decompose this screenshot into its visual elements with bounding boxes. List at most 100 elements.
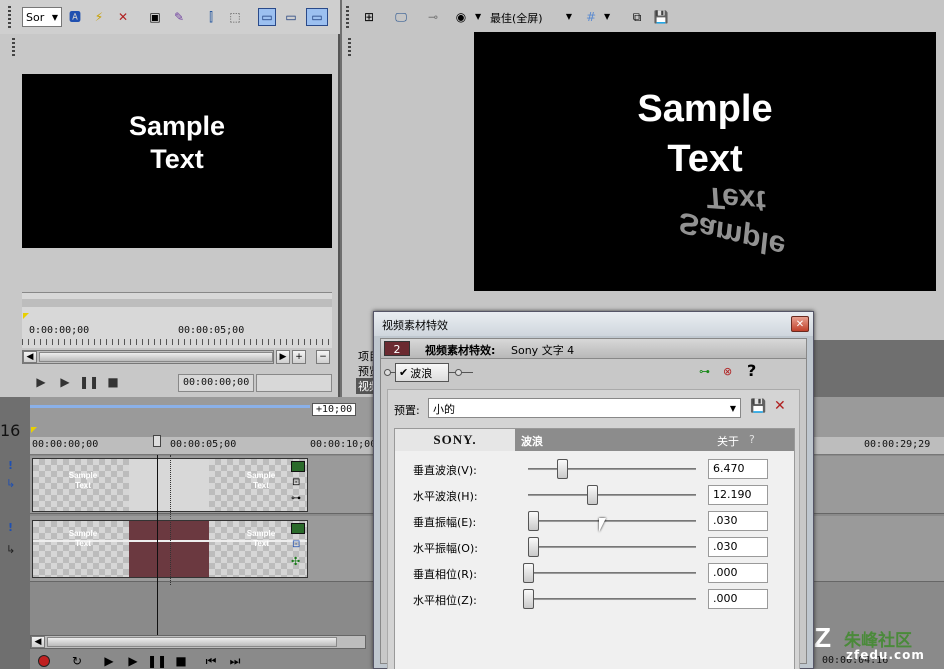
trimmer-preview-line2: Text xyxy=(150,144,204,174)
trimmer-toolbar: Sor ▼ 🅰 ⚡ ✕ ▣ ✎ ⫿ ⬚ ▭ ▭ ▭ xyxy=(0,0,340,34)
param-label: 水平相位(Z): xyxy=(413,594,477,607)
pause-icon[interactable]: ❚❚ xyxy=(79,373,99,391)
param-value-input[interactable]: 12.190 xyxy=(708,485,768,505)
help-icon[interactable]: ? xyxy=(747,361,756,380)
loop-play-icon[interactable]: ▶ xyxy=(32,373,50,391)
overlay-icon[interactable]: ◉ xyxy=(452,8,470,26)
param-slider-thumb[interactable] xyxy=(528,537,540,557)
split-icon[interactable]: ⫿ xyxy=(202,8,220,26)
track1-arrow-icon[interactable]: ↳ xyxy=(6,477,15,490)
param-slider[interactable] xyxy=(528,494,696,497)
text-props-icon[interactable]: 🅰 xyxy=(66,8,84,26)
record-icon[interactable] xyxy=(38,655,50,667)
about-link[interactable]: 关于 xyxy=(717,433,739,449)
go-end-icon[interactable]: ⏭ xyxy=(226,652,244,669)
fx-icon[interactable] xyxy=(291,523,305,534)
clip-1-thumb-b: Sample Text xyxy=(246,471,276,490)
trim-icon[interactable]: ⬚ xyxy=(226,8,244,26)
view-mode-2-icon[interactable]: ▭ xyxy=(282,8,300,26)
save-frame-icon[interactable]: 💾 xyxy=(652,8,670,26)
param-value-input[interactable]: .000 xyxy=(708,563,768,583)
pen-icon[interactable]: ✎ xyxy=(170,8,188,26)
zoom-in-button[interactable]: + xyxy=(292,350,306,364)
lightning-icon[interactable]: ⚡ xyxy=(90,8,108,26)
chain-header-value: Sony 文字 4 xyxy=(511,344,575,357)
param-row: 水平波浪(H): 12.190 xyxy=(395,483,815,509)
track1-marker-icon[interactable]: ! xyxy=(8,459,13,472)
param-slider[interactable] xyxy=(528,468,696,471)
in-marker-icon xyxy=(23,313,29,319)
param-slider-thumb[interactable] xyxy=(523,589,534,609)
quality-dropdown[interactable]: 最佳(全屏) ▼ xyxy=(490,10,572,26)
param-value-input[interactable]: .000 xyxy=(708,589,768,609)
fx-icon[interactable] xyxy=(291,461,305,472)
ruler-label-3: 00:00:29;29 xyxy=(864,439,931,450)
grid-icon[interactable]: # xyxy=(582,8,600,26)
chain-number: 2 xyxy=(384,341,410,356)
quality-value: 最佳(全屏) xyxy=(490,12,543,25)
overlay-dropdown-icon[interactable]: ▼ xyxy=(475,12,481,21)
copy-frame-icon[interactable]: ⧉ xyxy=(628,8,646,26)
trimmer-scrollbar[interactable]: ◀ xyxy=(22,350,274,364)
preset-dropdown[interactable]: 小的 ▼ xyxy=(428,398,741,418)
stop-icon[interactable]: ■ xyxy=(172,652,190,669)
pause-icon[interactable]: ❚❚ xyxy=(147,652,167,669)
about-help[interactable]: ? xyxy=(749,433,755,446)
checkbox-icon[interactable]: ✔ xyxy=(399,366,408,379)
sony-brand: SONY. xyxy=(395,429,515,451)
monitor-icon[interactable]: 🖵 xyxy=(392,8,410,26)
param-slider-thumb[interactable] xyxy=(556,459,568,479)
envelope-icon[interactable]: ⊶ xyxy=(291,493,301,504)
save-preset-icon[interactable]: 💾 xyxy=(750,399,766,414)
param-slider-thumb[interactable] xyxy=(523,563,534,583)
go-start-icon[interactable]: ⏮ xyxy=(202,652,220,669)
plugin-chain-row: ✔ 波浪 ⊶ ⊗ ? xyxy=(381,361,806,385)
clip-1-thumb-a: Sample Text xyxy=(68,471,98,490)
param-slider-thumb[interactable] xyxy=(586,485,598,505)
crop-icon[interactable]: ⊡ xyxy=(292,539,300,550)
view-mode-3-icon[interactable]: ▭ xyxy=(306,8,328,26)
split-screen-icon[interactable]: ⊸ xyxy=(424,8,442,26)
scroll-right-icon[interactable]: ▶ xyxy=(276,350,290,364)
param-label: 垂直振幅(E): xyxy=(413,516,477,529)
delete-preset-icon[interactable]: ✕ xyxy=(774,398,786,414)
timeline-scrollbar[interactable]: ◀ xyxy=(30,635,366,649)
crop-icon[interactable]: ⊡ xyxy=(292,477,300,488)
play-icon[interactable]: ▶ xyxy=(124,652,142,669)
media-icon[interactable]: ▣ xyxy=(146,8,164,26)
param-value-input[interactable]: .030 xyxy=(708,537,768,557)
playhead-handle[interactable] xyxy=(153,435,161,447)
param-value-input[interactable]: 6.470 xyxy=(708,459,768,479)
play-start-icon[interactable]: ▶ xyxy=(100,652,118,669)
track2-marker-icon[interactable]: ! xyxy=(8,521,13,534)
dialog-close-button[interactable]: ✕ xyxy=(791,316,809,332)
scroll-left-icon[interactable]: ◀ xyxy=(23,351,37,363)
track2-arrow-icon[interactable]: ↳ xyxy=(6,543,15,556)
loop-icon[interactable]: ↻ xyxy=(68,652,86,669)
stop-icon[interactable]: ■ xyxy=(104,373,122,391)
param-slider[interactable] xyxy=(528,598,696,601)
source-dropdown[interactable]: Sor ▼ xyxy=(22,7,62,27)
grid-dropdown-icon[interactable]: ▼ xyxy=(604,12,610,21)
zoom-out-button[interactable]: − xyxy=(316,350,330,364)
plugin-chip[interactable]: ✔ 波浪 xyxy=(395,363,449,382)
preset-label: 预置: xyxy=(394,404,420,417)
param-slider[interactable] xyxy=(528,520,696,523)
view-mode-1-icon[interactable]: ▭ xyxy=(258,8,276,26)
trimmer-timecode: 00:00:00;00 xyxy=(178,374,254,392)
play-icon[interactable]: ▶ xyxy=(56,373,74,391)
pan-icon[interactable]: ✣ xyxy=(291,555,300,568)
trimmer-transport: ▶ ▶ ❚❚ ■ 00:00:00;00 xyxy=(22,372,332,394)
param-slider-thumb[interactable] xyxy=(528,511,540,531)
param-slider[interactable] xyxy=(528,572,696,575)
properties-icon[interactable]: ⊞ xyxy=(360,8,378,26)
param-value-input[interactable]: .030 xyxy=(708,511,768,531)
param-slider[interactable] xyxy=(528,546,696,549)
close-icon[interactable]: ✕ xyxy=(114,8,132,26)
trimmer-ruler-start: 0:00:00;00 xyxy=(29,325,90,336)
add-plugin-icon[interactable]: ⊶ xyxy=(699,365,710,378)
scroll-left-icon[interactable]: ◀ xyxy=(31,636,45,648)
remove-plugin-icon[interactable]: ⊗ xyxy=(723,365,732,378)
effect-name: 波浪 xyxy=(521,435,543,448)
param-row: 水平相位(Z): .000 xyxy=(395,587,815,613)
